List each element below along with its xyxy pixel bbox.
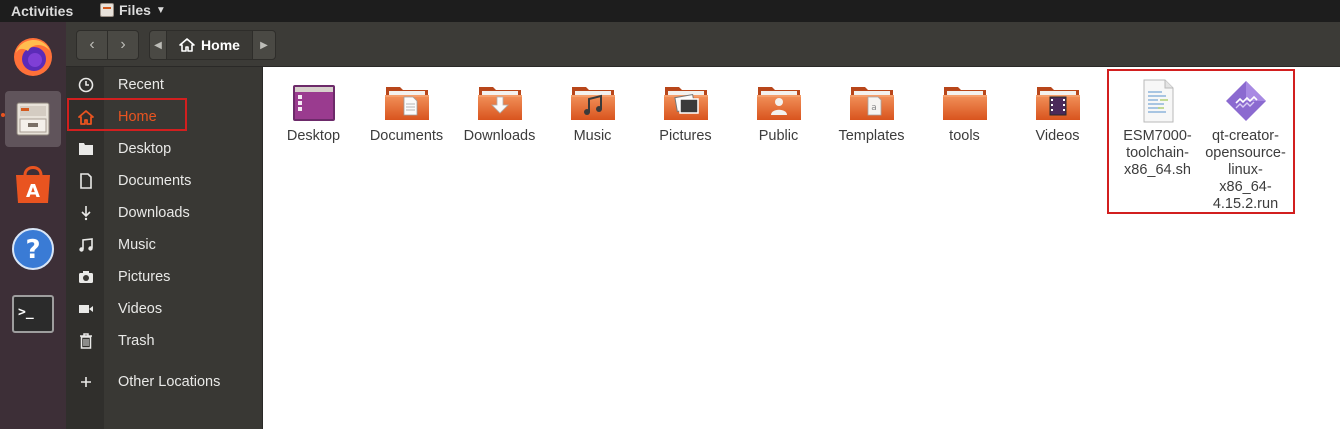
plus-icon xyxy=(76,372,96,392)
sidebar-item-trash[interactable]: Trash xyxy=(66,325,262,357)
sidebar-item-label: Music xyxy=(118,237,156,253)
document-icon xyxy=(76,171,96,191)
app-menu[interactable]: Files ▼ xyxy=(100,2,166,18)
chevron-right-icon: › xyxy=(120,36,126,53)
file-item-label: Downloads xyxy=(463,128,536,144)
file-view: Desktop Documents Downloads Music Pictur… xyxy=(263,67,1340,429)
header-bar: ‹ › ◀ Home ▶ xyxy=(66,22,1340,67)
sidebar-item-label: Documents xyxy=(118,173,192,189)
files-icon xyxy=(16,102,50,136)
desktop-folder-icon xyxy=(292,85,335,121)
clock-icon xyxy=(76,75,96,95)
top-panel: Activities Files ▼ xyxy=(0,0,1340,22)
triangle-left-icon: ◀ xyxy=(154,39,162,51)
dock-firefox[interactable] xyxy=(5,28,61,84)
forward-button[interactable]: › xyxy=(107,30,139,60)
sidebar-item-label: Pictures xyxy=(118,269,171,285)
file-item-downloads[interactable]: Downloads xyxy=(453,77,546,145)
svg-text:A: A xyxy=(26,181,40,202)
folder-icon xyxy=(76,139,96,159)
public-folder-icon xyxy=(755,77,803,125)
sidebar-item-label: Videos xyxy=(118,301,163,317)
dock: A ? >_ xyxy=(0,22,66,429)
videos-folder-icon xyxy=(1034,77,1082,125)
svg-text:?: ? xyxy=(25,235,40,265)
app-menu-label: Files xyxy=(119,2,151,18)
dock-software[interactable]: A xyxy=(5,156,61,212)
file-item-desktop[interactable]: Desktop xyxy=(267,77,360,145)
file-item-documents[interactable]: Documents xyxy=(360,77,453,145)
file-item-label: Desktop xyxy=(286,128,341,144)
svg-text:>_: >_ xyxy=(18,305,34,320)
sidebar-item-videos[interactable]: Videos xyxy=(66,293,262,325)
sidebar-item-label: Downloads xyxy=(118,205,190,221)
sidebar-item-other-locations[interactable]: Other Locations xyxy=(66,366,262,398)
sidebar-item-label: Trash xyxy=(118,333,155,349)
file-item-label: Music xyxy=(573,128,612,144)
path-bar-label: Home xyxy=(201,37,240,53)
triangle-right-icon: ▶ xyxy=(260,39,268,51)
sidebar: Recent Home Desktop Documents Downloads xyxy=(66,67,262,429)
software-icon: A xyxy=(16,166,50,203)
pictures-folder-icon xyxy=(662,77,710,125)
firefox-icon xyxy=(14,38,52,76)
activities-button[interactable]: Activities xyxy=(11,3,73,19)
video-icon xyxy=(76,299,96,319)
music-icon xyxy=(76,235,96,255)
dock-help[interactable]: ? xyxy=(5,221,61,277)
files-window: ‹ › ◀ Home ▶ Recent Home Desktop Documen… xyxy=(66,22,1340,429)
file-item-tools[interactable]: tools xyxy=(918,77,1011,145)
file-item-label: Videos xyxy=(1035,128,1080,144)
home-icon xyxy=(179,38,195,52)
sidebar-item-label: Other Locations xyxy=(118,374,221,390)
caret-down-icon: ▼ xyxy=(155,4,166,16)
path-scroll-right-button[interactable]: ▶ xyxy=(252,30,276,60)
file-item-templates[interactable]: a Templates xyxy=(825,77,918,145)
sidebar-item-label: Desktop xyxy=(118,141,172,157)
file-item-label: Public xyxy=(758,128,799,144)
chevron-left-icon: ‹ xyxy=(89,36,95,53)
sidebar-item-label: Recent xyxy=(118,77,164,93)
files-app-icon xyxy=(100,3,114,17)
sidebar-item-downloads[interactable]: Downloads xyxy=(66,197,262,229)
back-button[interactable]: ‹ xyxy=(76,30,108,60)
sidebar-item-music[interactable]: Music xyxy=(66,229,262,261)
path-scroll-left-button[interactable]: ◀ xyxy=(149,30,167,60)
camera-icon xyxy=(76,267,96,287)
file-item-label: Templates xyxy=(838,128,905,144)
download-icon xyxy=(76,203,96,223)
dock-files[interactable] xyxy=(5,91,61,147)
dock-terminal[interactable]: >_ xyxy=(5,286,61,342)
sidebar-item-documents[interactable]: Documents xyxy=(66,165,262,197)
sidebar-item-desktop[interactable]: Desktop xyxy=(66,133,262,165)
file-item-label: Documents xyxy=(369,128,444,144)
downloads-folder-icon xyxy=(476,77,524,125)
svg-text:a: a xyxy=(871,103,877,113)
file-item-public[interactable]: Public xyxy=(732,77,825,145)
folder-icon xyxy=(941,77,989,125)
file-item-label: tools xyxy=(949,128,980,144)
file-item-label: Pictures xyxy=(659,128,712,144)
sidebar-item-pictures[interactable]: Pictures xyxy=(66,261,262,293)
sidebar-item-recent[interactable]: Recent xyxy=(66,69,262,101)
trash-icon xyxy=(76,331,96,351)
music-folder-icon xyxy=(569,77,617,125)
path-bar-home-button[interactable]: Home xyxy=(166,30,253,60)
documents-folder-icon xyxy=(383,77,431,125)
templates-folder-icon: a xyxy=(848,77,896,125)
file-item-pictures[interactable]: Pictures xyxy=(639,77,732,145)
help-icon: ? xyxy=(12,228,54,270)
file-item-music[interactable]: Music xyxy=(546,77,639,145)
file-item-videos[interactable]: Videos xyxy=(1011,77,1104,145)
files-annotation-box xyxy=(1107,69,1295,214)
terminal-icon: >_ xyxy=(12,295,54,333)
home-annotation-box xyxy=(67,98,187,131)
